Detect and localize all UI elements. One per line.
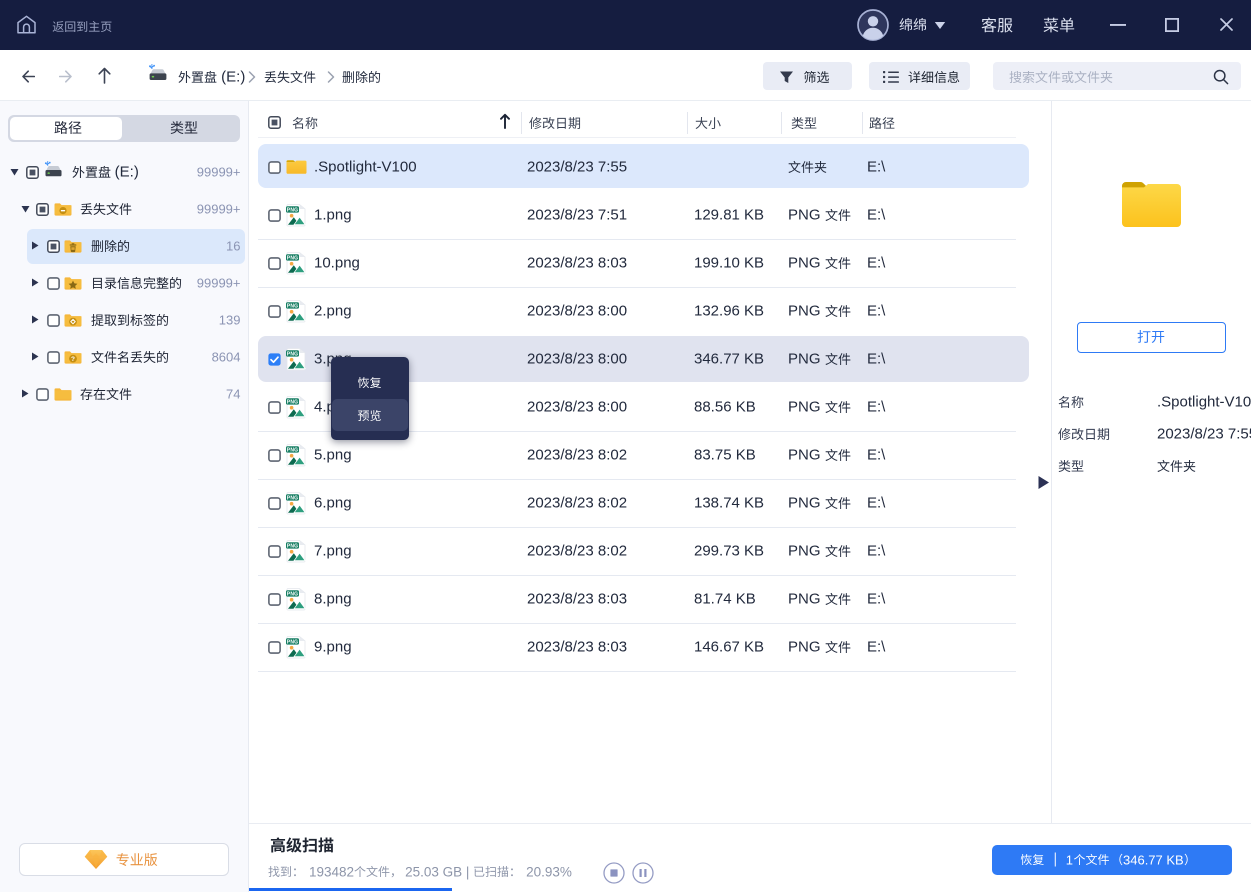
svg-text:PNG: PNG xyxy=(287,639,298,645)
svg-text:PNG: PNG xyxy=(287,447,298,453)
svg-text:PNG: PNG xyxy=(287,495,298,501)
svg-text:PNG: PNG xyxy=(287,303,298,309)
svg-text:PNG: PNG xyxy=(287,591,298,597)
svg-text:PNG: PNG xyxy=(287,207,298,213)
svg-text:?: ? xyxy=(71,356,75,363)
svg-text:PNG: PNG xyxy=(287,255,298,261)
svg-text:PNG: PNG xyxy=(287,543,298,549)
svg-text:PNG: PNG xyxy=(287,399,298,405)
svg-text:PNG: PNG xyxy=(287,351,298,357)
